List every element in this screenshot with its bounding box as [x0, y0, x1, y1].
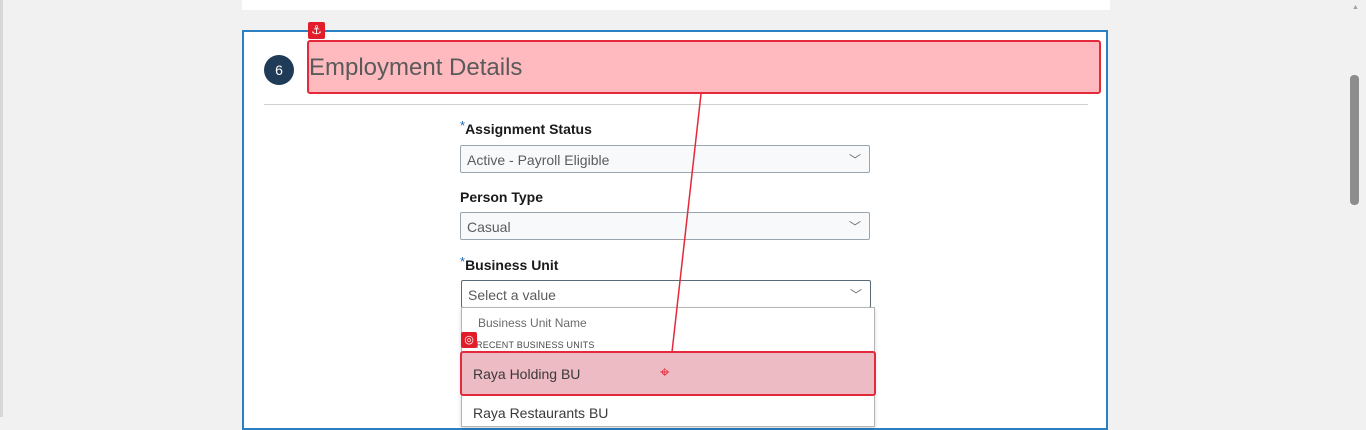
dropdown-option[interactable]: Raya Holding BU [473, 366, 580, 382]
business-unit-select[interactable]: Select a value ﹀ [461, 280, 871, 308]
person-type-label: Person Type [460, 189, 543, 205]
previous-section-card [242, 0, 1110, 10]
business-unit-placeholder: Select a value [468, 287, 556, 303]
required-marker: * [460, 254, 466, 269]
chevron-down-icon: ﹀ [848, 220, 861, 234]
scroll-up-icon[interactable]: ▲ [1352, 4, 1359, 11]
crosshair-icon: ⌖ [660, 363, 670, 382]
person-type-select[interactable]: Casual ﹀ [460, 212, 870, 240]
dropdown-column-header: Business Unit Name [478, 316, 587, 330]
dropdown-option[interactable]: Raya Restaurants BU [473, 405, 608, 421]
business-unit-label: *Business Unit [460, 254, 559, 273]
scrollbar-thumb[interactable] [1350, 75, 1359, 205]
section-divider [264, 104, 1088, 105]
required-marker: * [460, 118, 466, 133]
page-left-border [0, 0, 3, 417]
target-icon: ◎ [461, 332, 477, 348]
dropdown-section-label: RECENT BUSINESS UNITS [476, 340, 595, 350]
assignment-status-select[interactable]: Active - Payroll Eligible ﹀ [460, 145, 870, 173]
assignment-status-label: *Assignment Status [460, 118, 592, 137]
section-title: Employment Details [309, 54, 523, 81]
assignment-status-value: Active - Payroll Eligible [467, 152, 610, 168]
anchor-icon: ⚓ [308, 22, 325, 39]
chevron-down-icon: ﹀ [848, 153, 861, 167]
step-number-badge: 6 [264, 55, 294, 85]
vertical-scrollbar[interactable] [1348, 0, 1366, 417]
person-type-value: Casual [467, 219, 511, 235]
chevron-down-icon: ﹀ [849, 288, 862, 302]
